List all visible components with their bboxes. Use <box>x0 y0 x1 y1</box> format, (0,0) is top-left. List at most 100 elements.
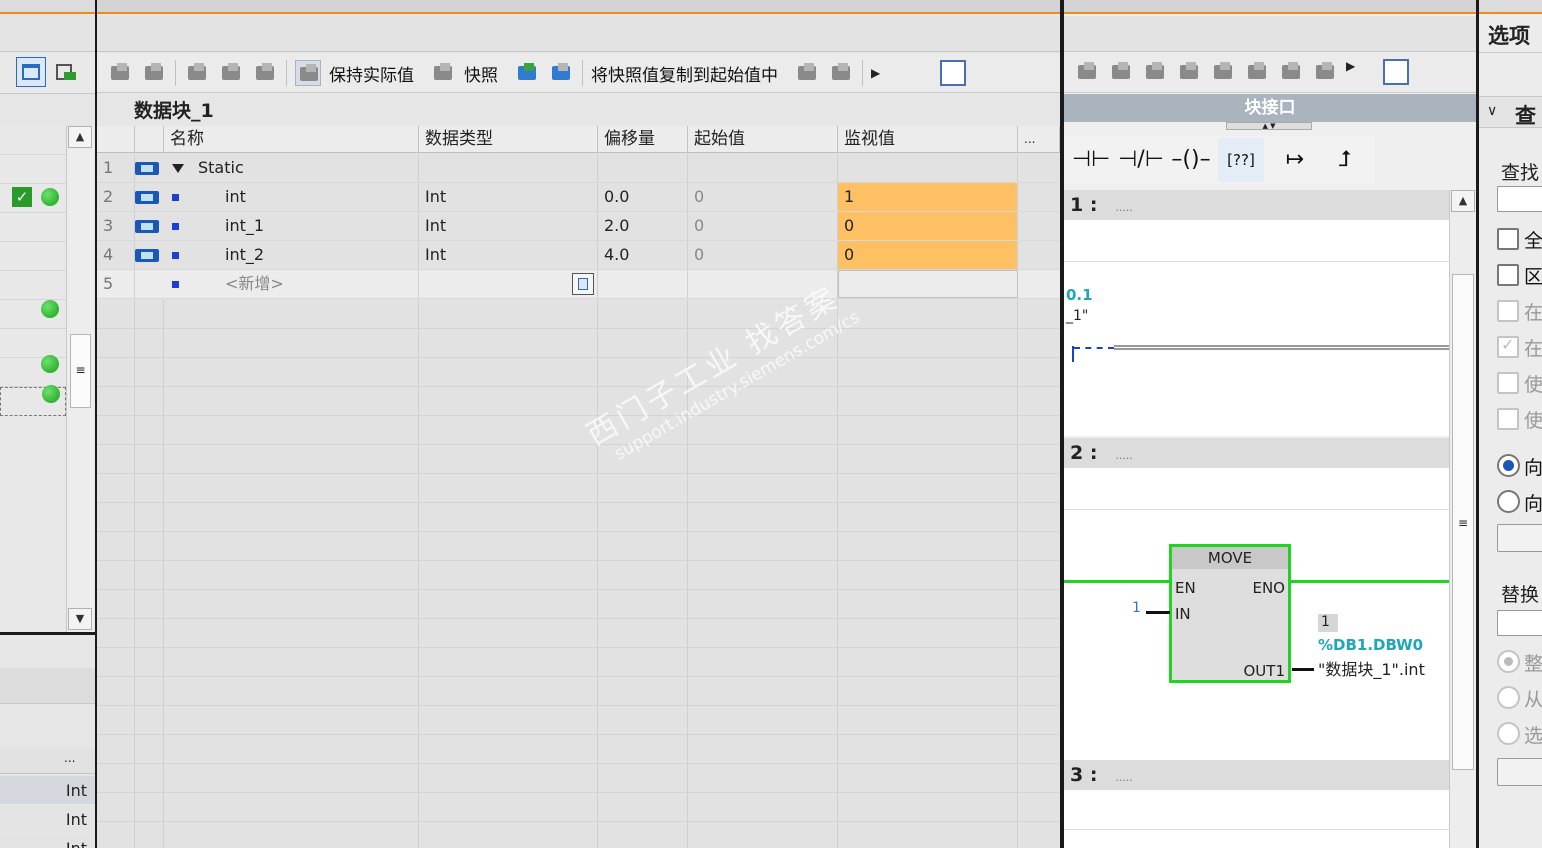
ladder-overflow-icon[interactable]: ▶ <box>1346 59 1355 85</box>
retain-actual-button[interactable]: 保持实际值 <box>329 61 414 86</box>
expand-all-icon[interactable] <box>252 60 278 86</box>
table-row[interactable]: 5 <新增> <box>97 270 1060 299</box>
left-scrollbar[interactable]: ▲ ≡ ▼ <box>66 126 94 632</box>
block-interface-bar[interactable]: 块接口 <box>1064 94 1476 122</box>
list-item[interactable] <box>0 355 66 387</box>
collapse-icon[interactable] <box>172 164 184 173</box>
load-start-icon[interactable] <box>218 60 244 86</box>
reset-start-icon[interactable] <box>184 60 210 86</box>
network-3-header[interactable]: 3 :..... <box>1064 760 1449 790</box>
list-item[interactable]: ✓ <box>0 184 66 213</box>
scroll-thumb[interactable]: ≡ <box>1452 274 1474 770</box>
network-comment[interactable]: ..... <box>1115 771 1132 784</box>
network-2-header[interactable]: 2 :..... <box>1064 438 1449 468</box>
table-row[interactable]: 1 Static <box>97 154 1060 183</box>
network-2-comment-area[interactable] <box>1064 468 1449 510</box>
table-row[interactable]: 3 int_1 Int 2.0 0 0 <box>97 212 1060 241</box>
copy-to-start-icon[interactable] <box>794 60 820 86</box>
replace-all-radio[interactable] <box>1497 650 1520 673</box>
col-header-monitor[interactable]: 监视值 <box>838 126 1018 153</box>
more-columns[interactable]: ... <box>64 751 75 765</box>
col-header-start[interactable]: 起始值 <box>688 126 838 153</box>
ladder-scrollbar[interactable]: ▲ ≡ <box>1449 190 1476 848</box>
absolute-address-icon[interactable] <box>1244 59 1270 85</box>
monitor-icon[interactable] <box>295 60 321 86</box>
goto-icon[interactable] <box>1210 59 1236 85</box>
start-cell[interactable]: 0 <box>688 241 838 269</box>
scroll-up-icon[interactable]: ▲ <box>1451 190 1475 212</box>
match-case-checkbox[interactable] <box>1497 264 1519 286</box>
table-row[interactable]: Int <box>0 834 95 848</box>
export-icon[interactable] <box>54 60 78 84</box>
ladder-layout-icon[interactable] <box>1383 59 1410 85</box>
table-row[interactable]: 2 int Int 0.0 0 1 <box>97 183 1060 212</box>
contact-no-icon[interactable]: ⊣⊢ <box>1068 138 1114 182</box>
wildcard-checkbox[interactable] <box>1497 372 1519 394</box>
snapshot-take-icon[interactable] <box>514 60 540 86</box>
network-3-comment-area[interactable] <box>1064 790 1449 830</box>
network-1-header[interactable]: 1 :..... <box>1064 190 1449 220</box>
name-cell[interactable]: int <box>219 183 419 211</box>
copy-snapshot-button[interactable]: 将快照值复制到起始值中 <box>591 61 778 86</box>
find-button[interactable] <box>1497 524 1542 552</box>
toolbar-overflow-icon[interactable]: ▶ <box>871 66 880 80</box>
col-header-more[interactable]: ... <box>1018 126 1060 153</box>
list-item[interactable] <box>0 271 66 318</box>
type-cell[interactable]: Int <box>419 241 598 269</box>
scroll-down-icon[interactable]: ▼ <box>68 608 92 630</box>
col-header-name[interactable]: 名称 <box>164 126 419 153</box>
start-cell[interactable]: 0 <box>688 212 838 240</box>
in-value[interactable]: 1 <box>1132 600 1141 616</box>
list-item[interactable] <box>0 213 66 242</box>
add-new-cell[interactable]: <新增> <box>219 270 419 298</box>
type-cell[interactable]: Int <box>419 183 598 211</box>
table-row[interactable]: Int <box>0 805 95 833</box>
list-item[interactable] <box>0 329 66 358</box>
type-cell[interactable] <box>419 154 598 182</box>
col-header-type[interactable]: 数据类型 <box>419 126 598 153</box>
list-item[interactable] <box>0 385 66 416</box>
copy-to-actual-icon[interactable] <box>828 60 854 86</box>
network-delete-icon[interactable] <box>1108 59 1134 85</box>
start-cell[interactable]: 0 <box>688 183 838 211</box>
replace-input[interactable] <box>1497 610 1542 636</box>
list-item[interactable] <box>0 242 66 271</box>
substructure-checkbox[interactable] <box>1497 300 1519 322</box>
window-layout-icon[interactable] <box>940 60 967 86</box>
hidden-text-checkbox[interactable]: ✓ <box>1497 335 1519 358</box>
favorites-icon[interactable] <box>1312 59 1338 85</box>
coil-icon[interactable]: –()– <box>1168 138 1214 182</box>
list-item[interactable] <box>0 300 66 329</box>
replace-button[interactable] <box>1497 758 1542 786</box>
insert-branch-icon[interactable] <box>1176 59 1202 85</box>
search-up-radio[interactable] <box>1497 490 1520 513</box>
snapshot-button[interactable]: 快照 <box>464 61 498 86</box>
list-item[interactable] <box>0 126 66 155</box>
type-picker-icon[interactable] <box>572 273 594 295</box>
database-icon[interactable] <box>430 60 456 86</box>
table-row[interactable]: 4 int_2 Int 4.0 0 0 <box>97 241 1060 270</box>
network-comment[interactable]: ..... <box>1115 201 1132 214</box>
table-view-icon[interactable] <box>16 57 46 87</box>
whole-word-checkbox[interactable] <box>1497 228 1519 250</box>
name-cell[interactable]: int_2 <box>219 241 419 269</box>
insert-element-icon[interactable] <box>1142 59 1168 85</box>
network-insert-icon[interactable] <box>1074 59 1100 85</box>
chevron-down-icon[interactable]: ∨ <box>1487 103 1497 119</box>
interface-splitter[interactable]: ▲ ▼ <box>1226 122 1312 130</box>
find-input[interactable] <box>1497 186 1542 212</box>
snapshot-load-icon[interactable] <box>548 60 574 86</box>
find-replace-header[interactable]: ∨ 查 <box>1479 96 1542 128</box>
scroll-thumb[interactable]: ≡ <box>70 334 91 408</box>
name-cell[interactable]: Static <box>192 154 419 182</box>
list-view-icon[interactable] <box>1278 59 1304 85</box>
network-comment[interactable]: ..... <box>1115 449 1132 462</box>
empty-box-icon[interactable]: [??] <box>1218 138 1264 182</box>
list-item[interactable] <box>0 155 66 184</box>
regex-checkbox[interactable] <box>1497 408 1519 430</box>
add-row-icon[interactable] <box>141 60 167 86</box>
col-header-offset[interactable]: 偏移量 <box>598 126 688 153</box>
replace-from-radio[interactable] <box>1497 686 1520 709</box>
search-down-radio[interactable] <box>1497 454 1520 477</box>
table-row[interactable]: Int <box>0 776 95 804</box>
